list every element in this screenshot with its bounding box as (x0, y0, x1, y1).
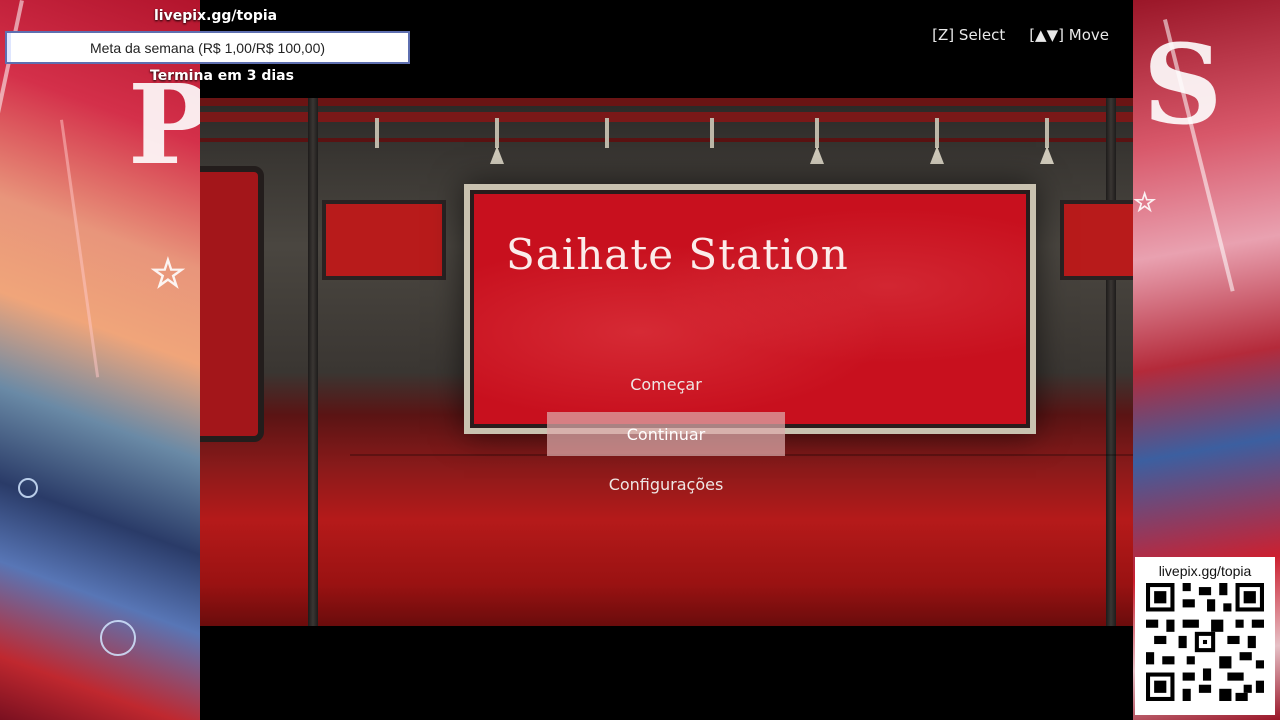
control-key: [▲▼] (1029, 26, 1064, 44)
star-doodle-icon: ☆ (150, 250, 186, 297)
hand-strap-icon (810, 118, 824, 166)
qr-code-icon (1146, 583, 1264, 701)
hand-strap-icon (1040, 118, 1054, 166)
stream-donation-url: livepix.gg/topia (154, 8, 278, 24)
donation-goal-fill (7, 33, 11, 62)
game-window: [Z] Select [▲▼] Move Saihate Station Com… (200, 6, 1133, 720)
train-pole (1106, 98, 1116, 626)
menu-item-settings[interactable]: Configurações (547, 462, 785, 506)
hand-strap-icon (490, 118, 504, 166)
control-hints: [Z] Select [▲▼] Move (932, 26, 1109, 44)
game-bottom-letterbox (200, 626, 1133, 720)
main-menu: Começar Continuar Configurações (546, 362, 786, 512)
train-door (200, 166, 264, 442)
qr-url-label: livepix.gg/topia (1158, 563, 1252, 579)
left-stream-art: P ☆ (0, 0, 200, 720)
donation-goal-label: Meta da semana (R$ 1,00/R$ 100,00) (89, 39, 326, 56)
star-doodle-icon: ☆ (1133, 188, 1157, 218)
overhead-rail (200, 138, 1133, 142)
bubble-decoration (18, 478, 38, 498)
control-action: Move (1068, 26, 1109, 44)
control-action: Select (958, 26, 1006, 44)
train-window (322, 200, 446, 280)
game-title: Saihate Station (506, 230, 849, 279)
overhead-rail (200, 98, 1133, 106)
menu-item-continue[interactable]: Continuar (547, 412, 785, 456)
bubble-decoration (100, 620, 136, 656)
art-scribble-glyph: S (1143, 20, 1223, 149)
train-pole (308, 98, 318, 626)
overhead-rail (200, 112, 1133, 122)
art-streak (60, 119, 100, 378)
donation-qr-panel: livepix.gg/topia (1135, 557, 1275, 715)
control-key: [Z] (932, 26, 955, 44)
hand-strap-icon (600, 118, 614, 166)
hand-strap-icon (930, 118, 944, 166)
donation-goal-deadline: Termina em 3 dias (150, 68, 294, 84)
hand-strap-icon (370, 118, 384, 166)
hand-strap-icon (705, 118, 719, 166)
train-window (1060, 200, 1133, 280)
donation-goal-bar: Meta da semana (R$ 1,00/R$ 100,00) (5, 31, 410, 64)
control-hint-select: [Z] Select (932, 26, 1005, 44)
menu-item-start[interactable]: Começar (547, 362, 785, 406)
control-hint-move: [▲▼] Move (1029, 26, 1109, 44)
